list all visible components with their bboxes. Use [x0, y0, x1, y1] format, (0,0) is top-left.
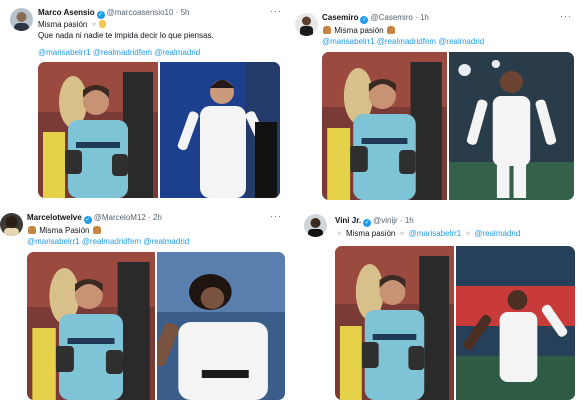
tweet-text-main: Misma pasión [334, 26, 384, 35]
separator: · [175, 8, 179, 17]
muscle-emoji [386, 26, 395, 34]
author-name[interactable]: Marcelotwelve [27, 213, 82, 222]
verified-badge-icon: ✓ [83, 216, 92, 224]
tweet-media[interactable] [322, 52, 574, 200]
photo-casemiro[interactable] [449, 52, 574, 200]
tweet-header: Marco Asensio ✓ @marcoasensio10 · 5h [38, 8, 189, 19]
mention-link[interactable]: @realmadridfem [93, 48, 152, 57]
mention-link[interactable]: @realmadrid [438, 37, 484, 46]
heart-emoji: ♥ [337, 229, 342, 238]
avatar[interactable] [10, 8, 33, 31]
photo-celta-player[interactable] [27, 252, 155, 400]
tweet-header: Casemiro ✓ @Casemiro · 1h [322, 13, 429, 24]
tweet-media[interactable] [335, 246, 575, 400]
tweet-mentions: @marisabelrr1 @realmadridfem @realmadrid [38, 47, 200, 58]
mention-link[interactable]: @marisabelrr1 [38, 48, 91, 57]
author-handle[interactable]: @MarceloM12 [94, 213, 146, 222]
photo-asensio[interactable] [160, 62, 280, 198]
mention-link[interactable]: @realmadrid [143, 237, 189, 246]
muscle-emoji [323, 26, 331, 34]
mention-link[interactable]: @marisabelrr1 [322, 37, 375, 46]
author-name[interactable]: Marco Asensio [38, 8, 95, 17]
tweet-text-line-2: Que nada ni nadie te impida decir lo que… [38, 31, 214, 40]
mention-link[interactable]: @realmadridfem [377, 37, 436, 46]
separator: · [148, 213, 151, 222]
hand-emoji [99, 20, 107, 28]
verified-badge-icon: ✓ [96, 11, 105, 19]
more-icon[interactable]: ··· [270, 6, 282, 16]
heart-emoji: ♥ [465, 229, 471, 238]
timestamp[interactable]: 2h [153, 213, 162, 222]
tweet-mentions: @marisabelrr1 @realmadridfem @realmadrid [27, 236, 189, 247]
author-handle[interactable]: @Casemiro [370, 13, 412, 22]
tweet-media[interactable] [38, 62, 280, 198]
tweet-text: Misma Pasión [27, 225, 102, 236]
timestamp[interactable]: 1h [420, 13, 429, 22]
avatar[interactable] [304, 214, 327, 237]
timestamp[interactable]: 5h [181, 8, 190, 17]
more-icon[interactable]: ··· [270, 211, 282, 221]
author-handle[interactable]: @vinijr [373, 216, 398, 225]
photo-celta-player[interactable] [38, 62, 158, 198]
verified-badge-icon: ✓ [363, 219, 372, 227]
separator: · [415, 13, 418, 22]
more-icon[interactable]: ··· [560, 11, 572, 21]
tweet-text-main: Misma pasión [345, 229, 396, 238]
photo-marcelo[interactable] [157, 252, 285, 400]
heart-emoji: ♥ [91, 20, 97, 29]
tweet-vini-jr[interactable]: Vini Jr. ✓ @vinijr · 1h ♥ Misma pasión ♥ @… [292, 208, 584, 400]
photo-celta-player[interactable] [322, 52, 447, 200]
timestamp[interactable]: 1h [405, 216, 414, 225]
mention-link[interactable]: @realmadrid [474, 229, 520, 238]
tweet-header: Vini Jr. ✓ @vinijr · 1h [335, 216, 414, 227]
verified-badge-icon: ✓ [360, 16, 369, 24]
mention-link[interactable]: @marisabelrr1 [409, 229, 462, 238]
tweet-mentions: @marisabelrr1 @realmadridfem @realmadrid [322, 36, 484, 47]
tweet-marcelo[interactable]: Marcelotwelve ✓ @MarceloM12 · 2h ··· Misma… [0, 208, 292, 400]
mention-link[interactable]: @realmadrid [154, 48, 200, 57]
photo-celta-player[interactable] [335, 246, 454, 400]
separator: · [399, 216, 403, 225]
author-name[interactable]: Vini Jr. [335, 216, 361, 225]
heart-emoji: ♥ [399, 229, 405, 238]
mention-link[interactable]: @realmadridfem [82, 237, 141, 246]
tweet-text: Misma pasión [322, 25, 396, 36]
tweet-text: Misma pasión ♥ [38, 19, 107, 30]
avatar[interactable] [295, 13, 318, 36]
mention-link[interactable]: @marisabelrr1 [27, 237, 80, 246]
author-handle[interactable]: @marcoasensio10 [107, 8, 174, 17]
tweet-text-main: Misma Pasión [39, 226, 90, 235]
tweet-header: Marcelotwelve ✓ @MarceloM12 · 2h [27, 213, 162, 224]
tweet-casemiro[interactable]: Casemiro ✓ @Casemiro · 1h ··· Misma pasión… [292, 0, 584, 208]
avatar[interactable] [0, 213, 23, 236]
tweet-text-main: Misma pasión [38, 20, 88, 29]
muscle-emoji [28, 226, 36, 234]
muscle-emoji [92, 226, 101, 234]
photo-vinicius[interactable] [456, 246, 575, 400]
tweet-media[interactable] [27, 252, 285, 400]
tweet-marco-asensio[interactable]: Marco Asensio ✓ @marcoasensio10 · 5h ··· M… [0, 0, 292, 208]
author-name[interactable]: Casemiro [322, 13, 358, 22]
tweet-text: ♥ Misma pasión ♥ @marisabelrr1 ♥ @realma… [335, 228, 520, 239]
